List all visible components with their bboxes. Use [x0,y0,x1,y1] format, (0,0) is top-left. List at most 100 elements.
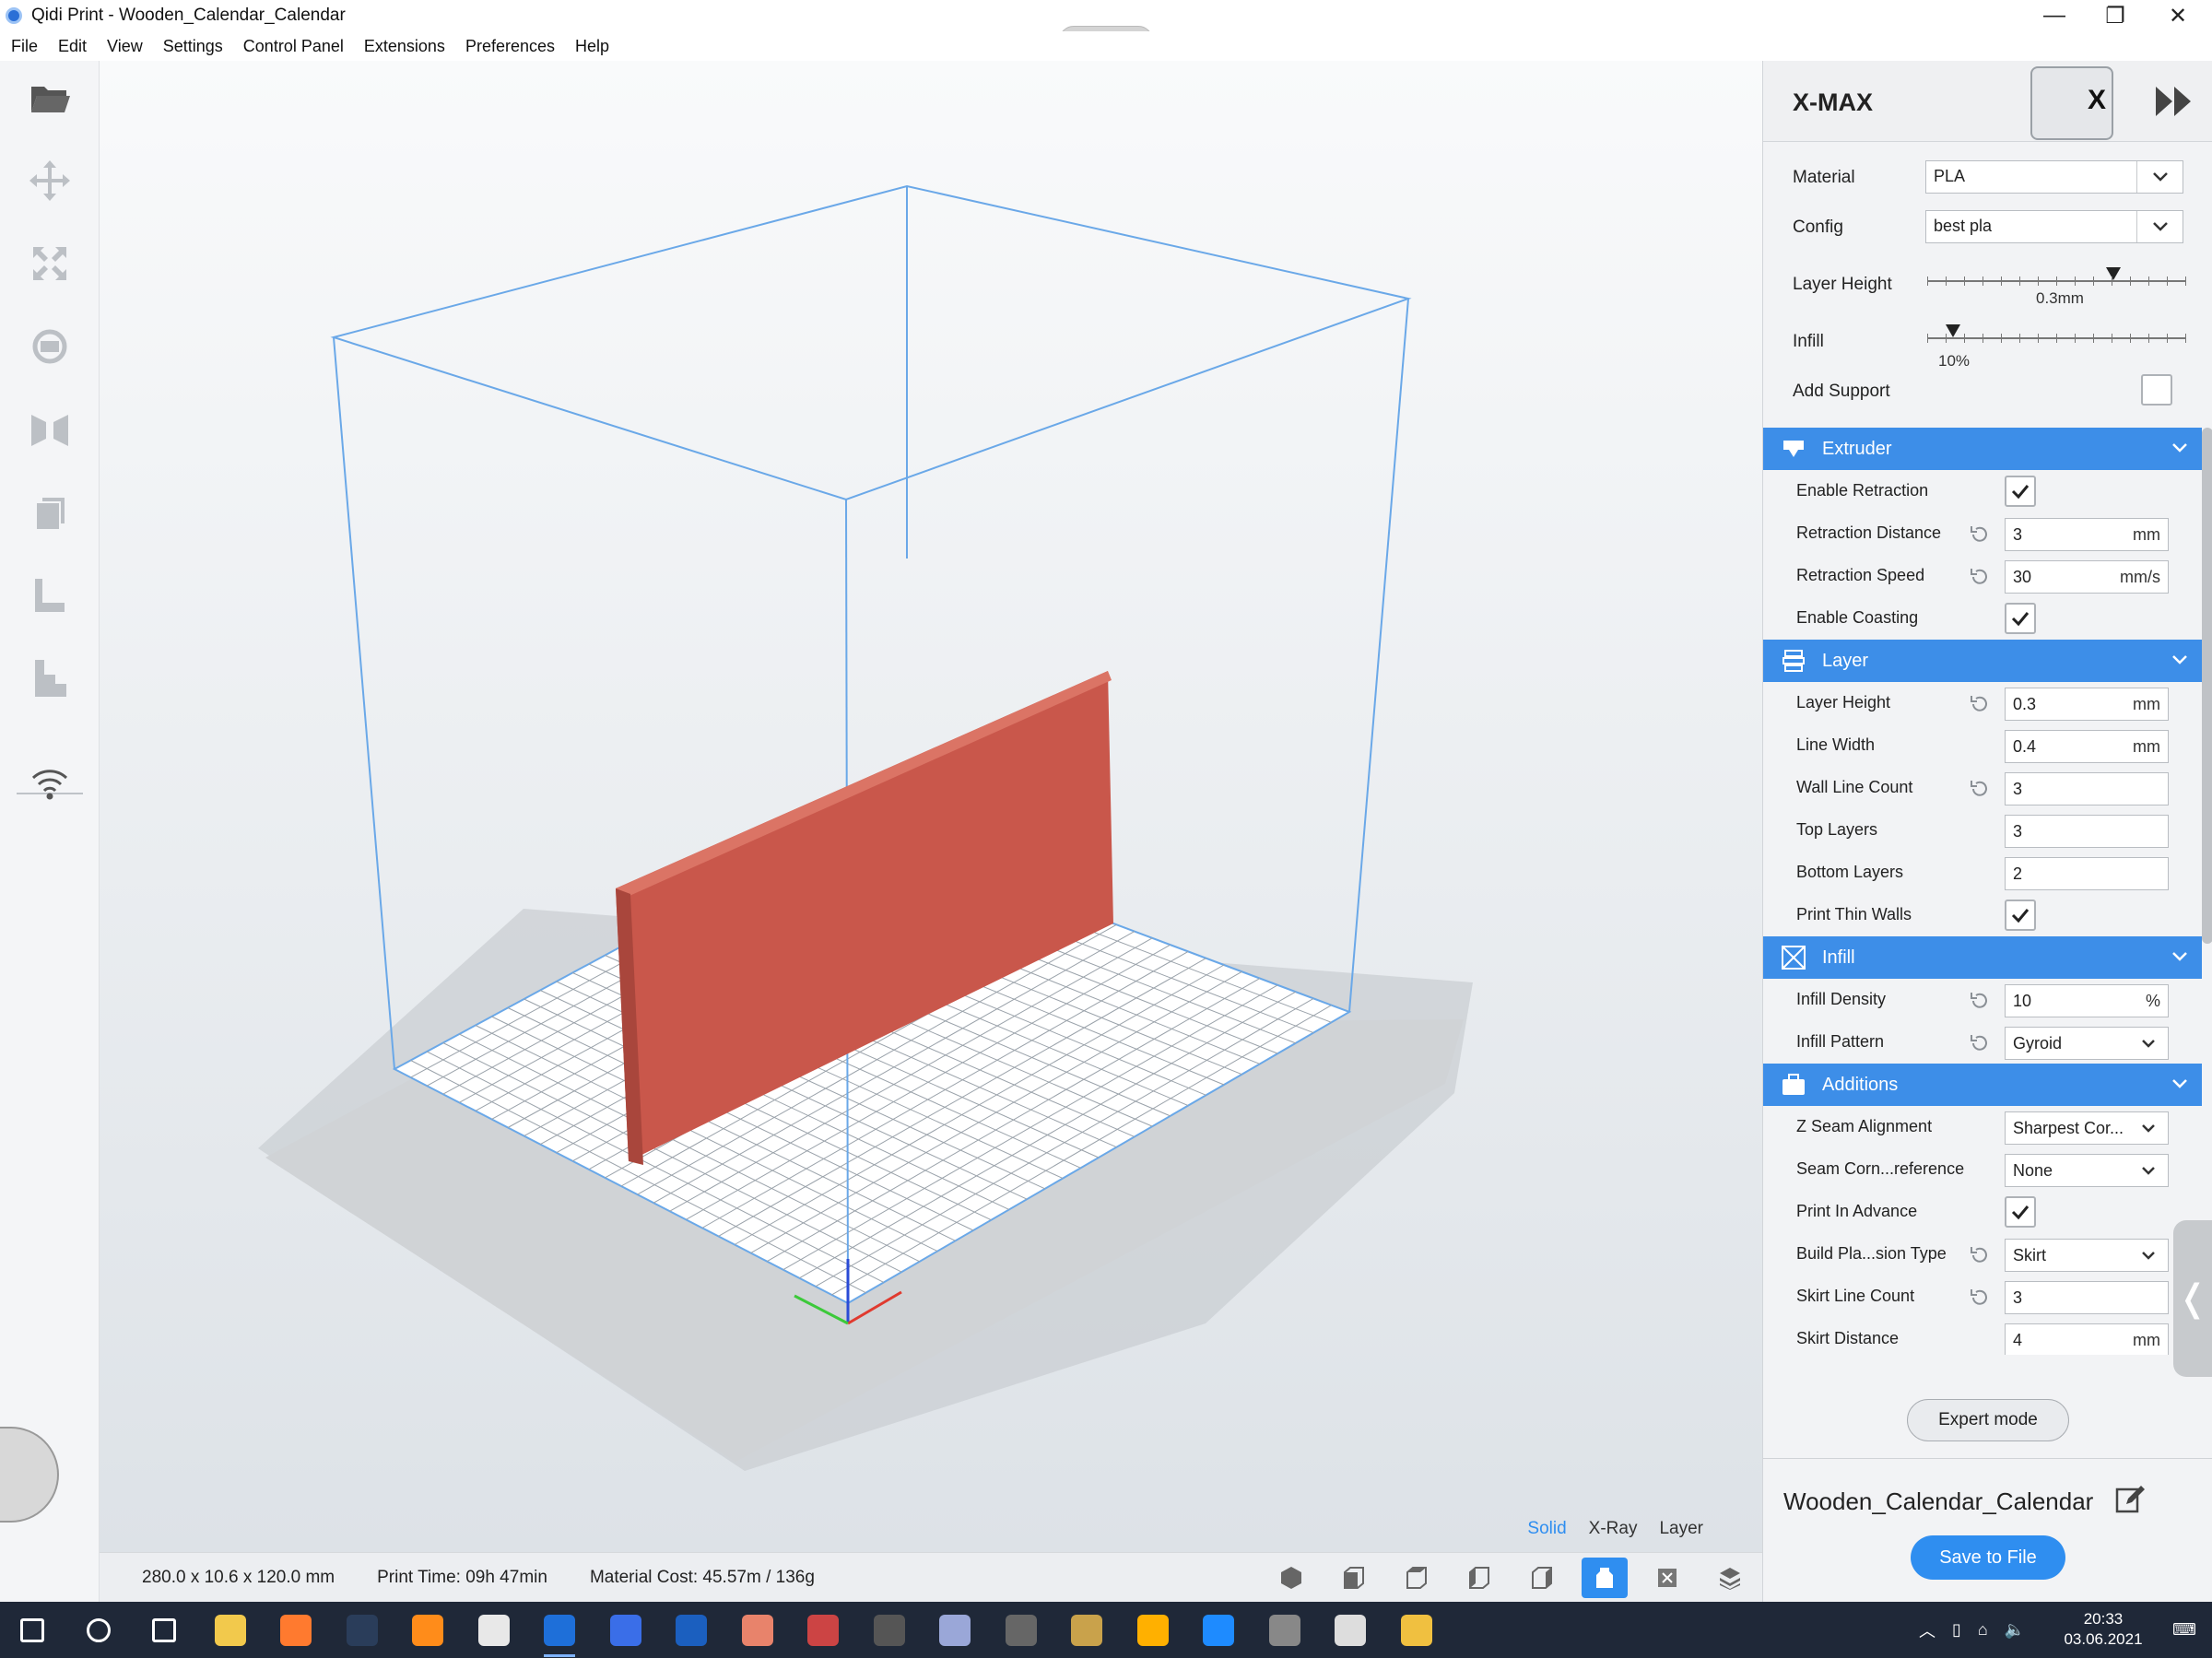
app-m-icon[interactable] [868,1609,911,1652]
view-mode-layer[interactable]: Layer [1659,1519,1703,1539]
obs-icon[interactable] [1264,1609,1306,1652]
clock[interactable]: 20:33 03.06.2021 [2048,1609,2159,1650]
panel-scrollbar[interactable] [2202,428,2212,944]
scale-icon[interactable] [22,236,77,291]
close-button[interactable]: ✕ [2147,0,2208,31]
powershell-icon[interactable] [670,1609,712,1652]
menu-extensions[interactable]: Extensions [364,37,445,56]
support-blocker-icon[interactable] [22,568,77,623]
section-infill[interactable]: Infill [1763,936,2202,979]
menu-control-panel[interactable]: Control Panel [243,37,344,56]
fast-forward-icon[interactable] [2154,83,2194,120]
xray-view-icon[interactable] [1644,1558,1690,1598]
visual-studio-icon[interactable] [605,1609,647,1652]
reset-icon[interactable] [1968,778,1990,800]
setting-input[interactable]: 3 mm [2005,518,2169,551]
layer-height-slider[interactable] [1927,267,2186,291]
firefox-icon[interactable] [275,1609,317,1652]
layer-view-icon[interactable] [1707,1558,1753,1598]
restore-button[interactable]: ❐ [2085,0,2146,31]
config-select[interactable]: best pla [1925,210,2183,243]
battery-icon[interactable]: ▯ [1952,1620,1961,1640]
edit-icon[interactable] [2113,1484,2145,1515]
setting-input[interactable]: 0.4 mm [2005,730,2169,763]
reset-icon[interactable] [1968,693,1990,715]
setting-input[interactable]: 10% [2005,984,2169,1017]
minimize-button[interactable]: — [2024,0,2085,31]
solid-view-icon[interactable] [1582,1558,1628,1598]
reset-icon[interactable] [1968,1244,1990,1266]
left-view-icon[interactable] [1456,1558,1502,1598]
material-select[interactable]: PLA [1925,160,2183,194]
app-circle-icon[interactable] [1000,1609,1042,1652]
setting-select[interactable]: Sharpest Cor... [2005,1111,2169,1145]
menu-settings[interactable]: Settings [163,37,223,56]
setting-checkbox[interactable] [2005,476,2036,507]
setting-input[interactable]: 0.3 mm [2005,688,2169,721]
setting-input[interactable]: 4 mm [2005,1323,2169,1355]
mirror-icon[interactable] [22,402,77,457]
view-mode-xray[interactable]: X-Ray [1589,1519,1638,1539]
volume-icon[interactable]: 🔈 [2005,1620,2025,1640]
settings-sections[interactable]: Extruder Enable Retraction Retraction Dist… [1763,428,2202,1355]
save-to-file-button[interactable]: Save to File [1911,1535,2065,1580]
open-file-icon[interactable] [22,70,77,125]
setting-input[interactable]: 3 [2005,815,2169,848]
app-diamond-icon[interactable] [1197,1609,1240,1652]
menu-help[interactable]: Help [575,37,609,56]
keyboard-icon[interactable]: ⌨ [2157,1602,2212,1658]
printer-image[interactable]: X [2030,66,2113,140]
section-additions[interactable]: Additions [1763,1064,2202,1106]
blender-icon[interactable] [406,1609,449,1652]
xcode-like-icon[interactable] [473,1609,515,1652]
app-box-icon[interactable] [934,1609,976,1652]
front-view-icon[interactable] [1331,1558,1377,1598]
setting-select[interactable]: Skirt [2005,1239,2169,1272]
task-view-icon[interactable] [143,1609,185,1652]
infill-slider[interactable] [1927,324,2186,348]
chevron-up-icon[interactable]: ︿ [1919,1618,1936,1642]
setting-select[interactable]: Gyroid [2005,1027,2169,1060]
qidi-print-icon[interactable] [538,1609,581,1657]
reset-icon[interactable] [1968,1032,1990,1054]
add-support-checkbox[interactable] [2141,374,2172,406]
section-extruder[interactable]: Extruder [1763,428,2202,470]
setting-input[interactable]: 30 mm/s [2005,560,2169,594]
menu-edit[interactable]: Edit [58,37,87,56]
reset-icon[interactable] [1968,523,1990,546]
gimp-icon[interactable] [736,1609,779,1652]
file-explorer-icon[interactable] [209,1609,252,1652]
3d-app-icon[interactable] [802,1609,844,1652]
slider-thumb[interactable] [2105,267,2121,280]
search-icon[interactable] [77,1609,120,1652]
menu-file[interactable]: File [11,37,38,56]
setting-checkbox[interactable] [2005,900,2036,931]
top-view-icon[interactable] [1394,1558,1440,1598]
fusion-icon[interactable] [1132,1609,1174,1652]
3d-viewport[interactable]: Solid X-Ray Layer [100,61,1762,1552]
move-icon[interactable] [22,153,77,208]
menu-view[interactable]: View [107,37,143,56]
windows-start-icon[interactable] [11,1609,53,1652]
menu-preferences[interactable]: Preferences [465,37,555,56]
app-arrow-icon[interactable] [1395,1609,1438,1652]
setting-input[interactable]: 2 [2005,857,2169,890]
reset-icon[interactable] [1968,566,1990,588]
setting-input[interactable]: 3 [2005,1281,2169,1314]
setting-checkbox[interactable] [2005,603,2036,634]
3d-view-icon[interactable] [1268,1558,1314,1598]
slider-thumb[interactable] [1946,324,1960,337]
collapse-panel-tab[interactable]: ❬ [2173,1220,2212,1377]
rotate-icon[interactable] [22,319,77,374]
right-view-icon[interactable] [1519,1558,1565,1598]
app-ship-icon[interactable] [1329,1609,1371,1652]
app-bird-icon[interactable] [1065,1609,1108,1652]
view-mode-solid[interactable]: Solid [1527,1519,1566,1539]
steam-icon[interactable] [341,1609,383,1652]
per-model-settings-icon[interactable] [22,485,77,540]
setting-select[interactable]: None [2005,1154,2169,1187]
network-icon[interactable]: ⌂ [1978,1620,1988,1640]
support-icon[interactable] [22,651,77,706]
wifi-icon[interactable] [22,756,77,811]
setting-input[interactable]: 3 [2005,772,2169,805]
